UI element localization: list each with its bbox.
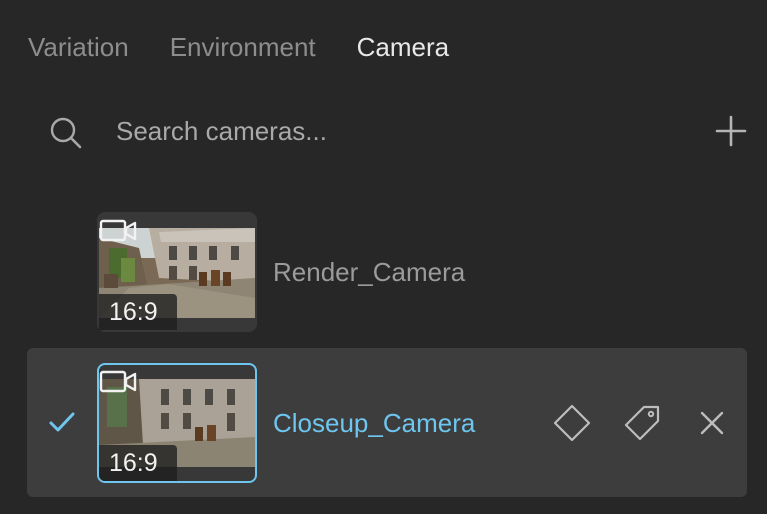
diamond-icon[interactable] xyxy=(553,404,591,442)
tab-camera[interactable]: Camera xyxy=(357,32,449,63)
tab-bar: Variation Environment Camera xyxy=(28,30,490,64)
camera-name[interactable]: Closeup_Camera xyxy=(273,408,475,439)
aspect-ratio-label: 16:9 xyxy=(99,294,177,330)
camera-thumbnail[interactable]: 16:9 xyxy=(97,212,257,332)
camera-panel: Variation Environment Camera Search came… xyxy=(0,0,767,514)
camera-row-render[interactable]: 16:9 Render_Camera xyxy=(27,199,747,341)
camera-row-closeup[interactable]: 16:9 Closeup_Camera xyxy=(27,348,747,497)
check-icon xyxy=(49,412,75,432)
plus-icon[interactable] xyxy=(714,114,748,148)
search-cameras-input[interactable] xyxy=(116,112,676,150)
close-icon[interactable] xyxy=(693,404,731,442)
video-camera-icon xyxy=(99,370,137,393)
tab-environment[interactable]: Environment xyxy=(170,32,316,63)
aspect-ratio-label: 16:9 xyxy=(99,445,177,481)
camera-name[interactable]: Render_Camera xyxy=(273,257,465,288)
tag-icon[interactable] xyxy=(623,404,661,442)
search-icon xyxy=(50,117,82,149)
camera-thumbnail[interactable]: 16:9 xyxy=(97,363,257,483)
video-camera-icon xyxy=(99,219,137,242)
tab-variation[interactable]: Variation xyxy=(28,32,129,63)
